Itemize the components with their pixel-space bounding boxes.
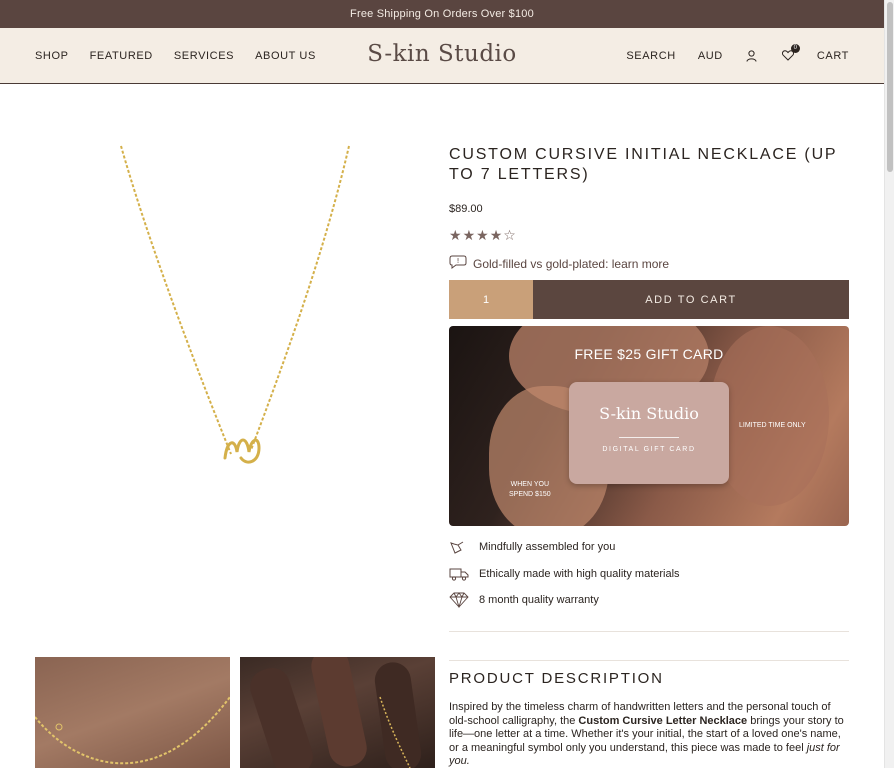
search-link[interactable]: SEARCH <box>626 50 675 62</box>
svg-text:!: ! <box>457 257 460 265</box>
diamond-icon <box>449 592 479 609</box>
description-title: PRODUCT DESCRIPTION <box>449 670 664 687</box>
promo-headline: FREE $25 GIFT CARD <box>574 346 724 362</box>
section-divider <box>449 631 849 632</box>
announcement-bar: Free Shipping On Orders Over $100 <box>0 0 884 28</box>
feature-text: Ethically made with high quality materia… <box>479 567 680 580</box>
description-bold: Custom Cursive Letter Necklace <box>578 714 748 727</box>
feature-item: 8 month quality warranty <box>449 587 849 614</box>
page-scrollbar[interactable] <box>884 0 894 768</box>
gift-card-logo: S-kin Studio <box>599 404 699 423</box>
star-filled-icon: ★ <box>462 227 477 243</box>
rating-stars[interactable]: ★★★★☆ <box>449 227 849 243</box>
description-text: Inspired by the timeless charm of handwr… <box>449 701 849 768</box>
gift-card-promo-banner[interactable]: FREE $25 GIFT CARD S-kin Studio DIGITAL … <box>449 326 849 526</box>
chat-bubble-icon: ! <box>449 255 467 272</box>
promo-spend-line1: WHEN YOU <box>510 481 549 488</box>
quantity-input[interactable]: 1 <box>449 280 533 319</box>
wishlist-count-badge: 0 <box>790 43 800 53</box>
product-info: CUSTOM CURSIVE INITIAL NECKLACE (UP TO 7… <box>449 145 849 319</box>
gift-card-rule <box>619 437 679 438</box>
wishlist-icon[interactable]: 0 <box>781 43 800 63</box>
header-actions: SEARCH AUD 0 CART <box>626 28 849 83</box>
feature-item: Ethically made with high quality materia… <box>449 561 849 588</box>
product-thumbnail-lifestyle[interactable] <box>240 657 435 768</box>
add-to-cart-row: 1 ADD TO CART <box>449 280 849 319</box>
promo-limited-label: LIMITED TIME ONLY <box>739 422 806 429</box>
section-divider <box>449 660 849 661</box>
gift-card-graphic: S-kin Studio DIGITAL GIFT CARD <box>569 382 729 484</box>
feature-text: Mindfully assembled for you <box>479 541 616 554</box>
product-price: $89.00 <box>449 203 483 215</box>
product-thumbnail-model[interactable] <box>35 657 230 768</box>
add-to-cart-button[interactable]: ADD TO CART <box>533 280 849 319</box>
promo-spend-line2: SPEND $150 <box>509 491 551 498</box>
star-filled-icon: ★ <box>449 227 463 243</box>
star-filled-icon: ★ <box>476 227 490 243</box>
star-filled-icon: ★ <box>489 227 504 243</box>
product-title: CUSTOM CURSIVE INITIAL NECKLACE (UP TO 7… <box>449 146 838 183</box>
announcement-text: Free Shipping On Orders Over $100 <box>350 8 534 20</box>
learn-more-link[interactable]: ! Gold-filled vs gold-plated: learn more <box>449 255 849 272</box>
truck-icon <box>449 567 479 581</box>
learn-more-text[interactable]: Gold-filled vs gold-plated: learn more <box>473 257 669 271</box>
site-header: SHOP FEATURED SERVICES ABOUT US S-kin St… <box>0 28 884 84</box>
scrollbar-thumb[interactable] <box>887 2 893 172</box>
hand-icon <box>449 539 479 555</box>
feature-item: Mindfully assembled for you <box>449 534 849 561</box>
cart-link[interactable]: CART <box>817 50 849 62</box>
feature-text: 8 month quality warranty <box>479 594 599 607</box>
star-empty-icon: ☆ <box>503 227 517 243</box>
account-icon[interactable] <box>745 49 759 63</box>
currency-selector[interactable]: AUD <box>698 50 723 62</box>
gift-card-subtitle: DIGITAL GIFT CARD <box>602 446 696 453</box>
product-main-image[interactable] <box>35 140 435 480</box>
promo-spend-label: WHEN YOU SPEND $150 <box>509 480 551 500</box>
product-features: Mindfully assembled for you Ethically ma… <box>449 534 849 614</box>
